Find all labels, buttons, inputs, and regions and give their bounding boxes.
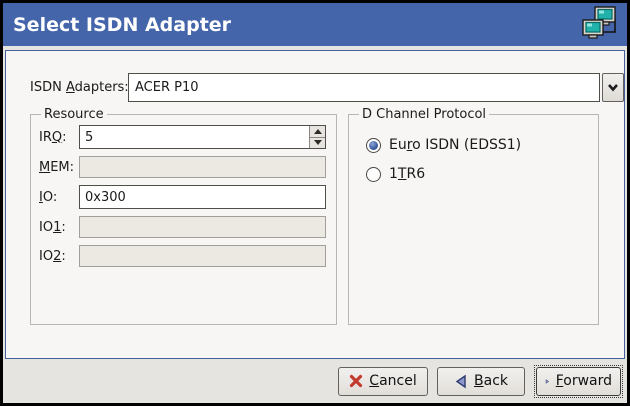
dialog-title: Select ISDN Adapter [13, 14, 231, 36]
io1-row: IO1: [39, 216, 326, 238]
resource-group: Resource IRQ: MEM: IO: [30, 107, 337, 325]
io1-label: IO1: [39, 220, 79, 235]
spin-down-button[interactable] [310, 138, 325, 149]
isdn-adapters-label: ISDN Adapters: [30, 73, 129, 102]
dchannel-group-title: D Channel Protocol [359, 107, 489, 122]
spin-down-icon [314, 140, 322, 145]
io2-input [79, 245, 326, 267]
cancel-button[interactable]: Cancel [338, 367, 428, 396]
mem-input [79, 156, 326, 178]
red-x-icon [349, 374, 363, 388]
dialog-button-bar: Cancel Back Forward [3, 359, 627, 403]
isdn-adapter-combobox-value[interactable]: ACER P10 [128, 73, 600, 102]
io-label: IO: [39, 190, 79, 205]
right-triangle-icon [545, 374, 550, 389]
radio-option-label: 1TR6 [389, 166, 425, 182]
io1-input [79, 216, 326, 238]
io2-row: IO2: [39, 245, 326, 267]
forward-button[interactable]: Forward [536, 367, 621, 396]
radio-button-icon [366, 138, 381, 153]
io-row: IO: [39, 185, 326, 209]
spin-up-button[interactable] [310, 126, 325, 138]
dialog-window: Select ISDN Adapter ISDN Adapters: ACER … [0, 0, 630, 406]
spin-up-icon [314, 129, 322, 134]
irq-spin-buttons [309, 126, 325, 148]
content-panel: ISDN Adapters: ACER P10 Resource IRQ: [5, 50, 625, 359]
io2-label: IO2: [39, 249, 79, 264]
dchannel-options: Euro ISDN (EDSS1) 1TR6 [357, 125, 588, 185]
radio-option-label: Euro ISDN (EDSS1) [389, 137, 521, 153]
left-triangle-icon [454, 374, 468, 389]
irq-spinbox [79, 125, 326, 149]
irq-label: IRQ: [39, 130, 79, 145]
back-button[interactable]: Back [437, 367, 525, 396]
forward-button-label: Forward [556, 373, 612, 389]
cancel-button-label: Cancel [369, 373, 416, 389]
io-input[interactable] [79, 185, 326, 209]
titlebar: Select ISDN Adapter [3, 3, 627, 46]
back-button-label: Back [474, 373, 508, 389]
mem-row: MEM: [39, 156, 326, 178]
isdn-adapter-combobox: ACER P10 [128, 73, 624, 102]
irq-row: IRQ: [39, 125, 326, 149]
radio-option-1tr6[interactable]: 1TR6 [357, 163, 588, 185]
dchannel-protocol-group: D Channel Protocol Euro ISDN (EDSS1) 1TR… [348, 107, 599, 325]
forward-button-focus-ring: Forward [534, 365, 623, 398]
radio-option-euro-isdn[interactable]: Euro ISDN (EDSS1) [357, 134, 588, 156]
combobox-dropdown-button[interactable] [602, 73, 624, 102]
radio-button-icon [366, 167, 381, 182]
network-computers-icon [582, 5, 620, 45]
irq-input[interactable] [80, 126, 309, 148]
mem-label: MEM: [39, 160, 79, 175]
resource-group-title: Resource [41, 107, 107, 122]
chevron-down-icon [607, 83, 619, 92]
